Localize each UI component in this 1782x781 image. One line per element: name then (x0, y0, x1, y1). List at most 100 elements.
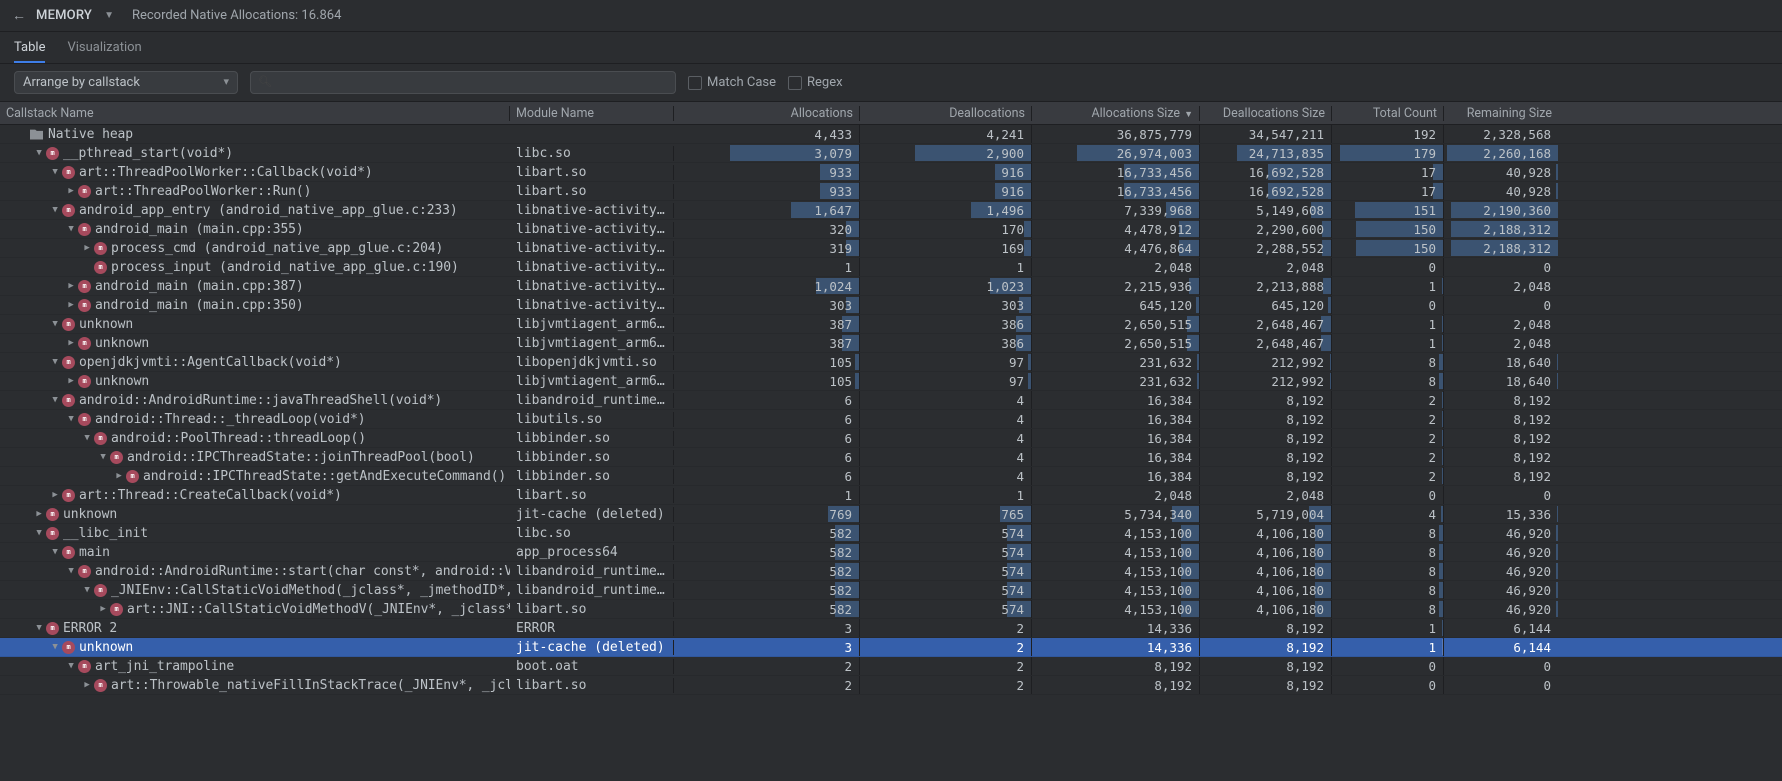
table-row[interactable]: unknownlibjvmtiagent_arm64.so3873862,650… (0, 334, 1782, 353)
expand-toggle-icon[interactable] (66, 300, 76, 310)
table-row[interactable]: process_input (android_native_app_glue.c… (0, 258, 1782, 277)
expand-toggle-icon[interactable] (82, 585, 92, 595)
callstack-label: android_app_entry (android_native_app_gl… (79, 203, 458, 218)
expand-toggle-icon[interactable] (50, 319, 60, 329)
table-body: Native heap4,4334,24136,875,77934,547,21… (0, 125, 1782, 695)
chevron-down-icon[interactable]: ▼ (104, 10, 114, 21)
table-row[interactable]: android_main (main.cpp:387)libnative-act… (0, 277, 1782, 296)
table-row[interactable]: mainapp_process645825744,153,1004,106,18… (0, 543, 1782, 562)
table-row[interactable]: _JNIEnv::CallStaticVoidMethod(_jclass*, … (0, 581, 1782, 600)
expand-toggle-icon[interactable] (66, 661, 76, 671)
method-icon (62, 641, 75, 654)
expand-toggle-icon[interactable] (114, 471, 124, 481)
match-case-checkbox[interactable]: Match Case (688, 75, 776, 90)
expand-toggle-icon[interactable] (98, 604, 108, 614)
table-row[interactable]: android::Thread::_threadLoop(void*)libut… (0, 410, 1782, 429)
table-row[interactable]: android::IPCThreadState::joinThreadPool(… (0, 448, 1782, 467)
table-row[interactable]: art::JNI::CallStaticVoidMethodV(_JNIEnv*… (0, 600, 1782, 619)
table-row[interactable]: __pthread_start(void*)libc.so3,0792,9002… (0, 144, 1782, 163)
column-remaining-size[interactable]: Remaining Size (1444, 106, 1558, 121)
folder-icon (30, 129, 43, 140)
column-deallocations-size[interactable]: Deallocations Size (1200, 106, 1332, 121)
column-allocations[interactable]: Allocations (674, 106, 860, 121)
callstack-name-cell: android_main (main.cpp:355) (0, 222, 510, 237)
arrange-dropdown[interactable]: Arrange by callstack (14, 71, 238, 94)
table-row[interactable]: ERROR 2ERROR3214,3368,19216,144 (0, 619, 1782, 638)
method-icon (62, 204, 75, 217)
column-total-count[interactable]: Total Count (1332, 106, 1444, 121)
table-row[interactable]: android_app_entry (android_native_app_gl… (0, 201, 1782, 220)
table-row[interactable]: android::IPCThreadState::getAndExecuteCo… (0, 467, 1782, 486)
column-callstack-name[interactable]: Callstack Name (0, 106, 510, 121)
back-arrow-icon[interactable]: ← (12, 7, 26, 24)
tab-visualization[interactable]: Visualization (67, 40, 141, 63)
expand-toggle-icon[interactable] (34, 509, 44, 519)
expand-toggle-icon[interactable] (50, 205, 60, 215)
table-row[interactable]: android::PoolThread::threadLoop()libbind… (0, 429, 1782, 448)
expand-toggle-icon[interactable] (50, 490, 60, 500)
tab-table[interactable]: Table (14, 40, 45, 63)
callstack-label: process_input (android_native_app_glue.c… (111, 260, 459, 275)
module-cell: libc.so (510, 146, 674, 161)
expand-toggle-icon[interactable] (98, 452, 108, 462)
expand-toggle-icon[interactable] (50, 642, 60, 652)
expand-toggle-icon[interactable] (66, 376, 76, 386)
table-row[interactable]: android::AndroidRuntime::javaThreadShell… (0, 391, 1782, 410)
column-module[interactable]: Module Name (510, 106, 674, 121)
table-row[interactable]: android_main (main.cpp:355) libnative-act… (0, 220, 1782, 239)
table-row[interactable]: art::Thread::CreateCallback(void*)libart… (0, 486, 1782, 505)
table-row[interactable]: art::ThreadPoolWorker::Run()libart.so933… (0, 182, 1782, 201)
expand-toggle-icon[interactable] (34, 148, 44, 158)
callstack-name-cell: _JNIEnv::CallStaticVoidMethod(_jclass*, … (0, 583, 510, 598)
table-row[interactable]: art::Throwable_nativeFillInStackTrace(_J… (0, 676, 1782, 695)
table-row[interactable]: unknownjit-cache (deleted)3214,3368,1921… (0, 638, 1782, 657)
expand-toggle-icon[interactable] (82, 243, 92, 253)
table-row[interactable]: unknownlibjvmtiagent_arm64.so3873862,650… (0, 315, 1782, 334)
table-row[interactable]: __libc_initlibc.so5825744,153,1004,106,1… (0, 524, 1782, 543)
callstack-label: unknown (63, 507, 117, 522)
expand-toggle-icon[interactable] (66, 414, 76, 424)
table-row[interactable]: unknownjit-cache (deleted)7697655,734,34… (0, 505, 1782, 524)
expand-toggle-icon[interactable] (50, 547, 60, 557)
column-allocations-size[interactable]: Allocations Size▼ (1032, 106, 1200, 121)
callstack-label: android_main (main.cpp:355) (95, 222, 304, 237)
module-cell: libnative-activity.so (510, 222, 674, 237)
expand-toggle-icon[interactable] (66, 186, 76, 196)
expand-toggle-icon[interactable] (50, 167, 60, 177)
tab-bar: Table Visualization (0, 32, 1782, 64)
search-input[interactable] (250, 71, 676, 94)
expand-toggle-icon[interactable] (50, 357, 60, 367)
table-row[interactable]: Native heap4,4334,24136,875,77934,547,21… (0, 125, 1782, 144)
callstack-name-cell: process_input (android_native_app_glue.c… (0, 260, 510, 275)
callstack-label: android_main (main.cpp:387) (95, 279, 304, 294)
table-row[interactable]: art::ThreadPoolWorker::Callback(void*)li… (0, 163, 1782, 182)
expand-toggle-icon[interactable] (82, 433, 92, 443)
table-row[interactable]: art_jni_trampolineboot.oat228,1928,19200 (0, 657, 1782, 676)
callstack-name-cell: unknown (0, 640, 510, 655)
expand-toggle-icon[interactable] (34, 528, 44, 538)
column-deallocations[interactable]: Deallocations (860, 106, 1032, 121)
callstack-name-cell: android::AndroidRuntime::start(char cons… (0, 564, 510, 579)
method-icon (46, 147, 59, 160)
method-icon (78, 223, 91, 236)
module-cell: libbinder.so (510, 469, 674, 484)
expand-toggle-icon[interactable] (66, 338, 76, 348)
expand-toggle-icon[interactable] (50, 395, 60, 405)
method-icon (62, 318, 75, 331)
expand-toggle-icon[interactable] (66, 281, 76, 291)
table-row[interactable]: android::AndroidRuntime::start(char cons… (0, 562, 1782, 581)
table-row[interactable]: android_main (main.cpp:350)libnative-act… (0, 296, 1782, 315)
expand-toggle-icon[interactable] (66, 566, 76, 576)
expand-toggle-icon[interactable] (66, 224, 76, 234)
table-row[interactable]: process_cmd (android_native_app_glue.c:2… (0, 239, 1782, 258)
expand-toggle-icon[interactable] (34, 623, 44, 633)
memory-table: Callstack Name Module Name Allocations D… (0, 101, 1782, 695)
table-row[interactable]: unknownlibjvmtiagent_arm64.so10597231,63… (0, 372, 1782, 391)
table-row[interactable]: openjdkjvmti::AgentCallback(void*)libope… (0, 353, 1782, 372)
regex-checkbox[interactable]: Regex (788, 75, 843, 90)
expand-toggle-icon[interactable] (82, 680, 92, 690)
callstack-label: __libc_init (63, 526, 148, 541)
callstack-label: art::JNI::CallStaticVoidMethodV(_JNIEnv*… (127, 602, 510, 617)
memory-title[interactable]: MEMORY (36, 8, 92, 23)
callstack-name-cell: Native heap (0, 127, 510, 142)
